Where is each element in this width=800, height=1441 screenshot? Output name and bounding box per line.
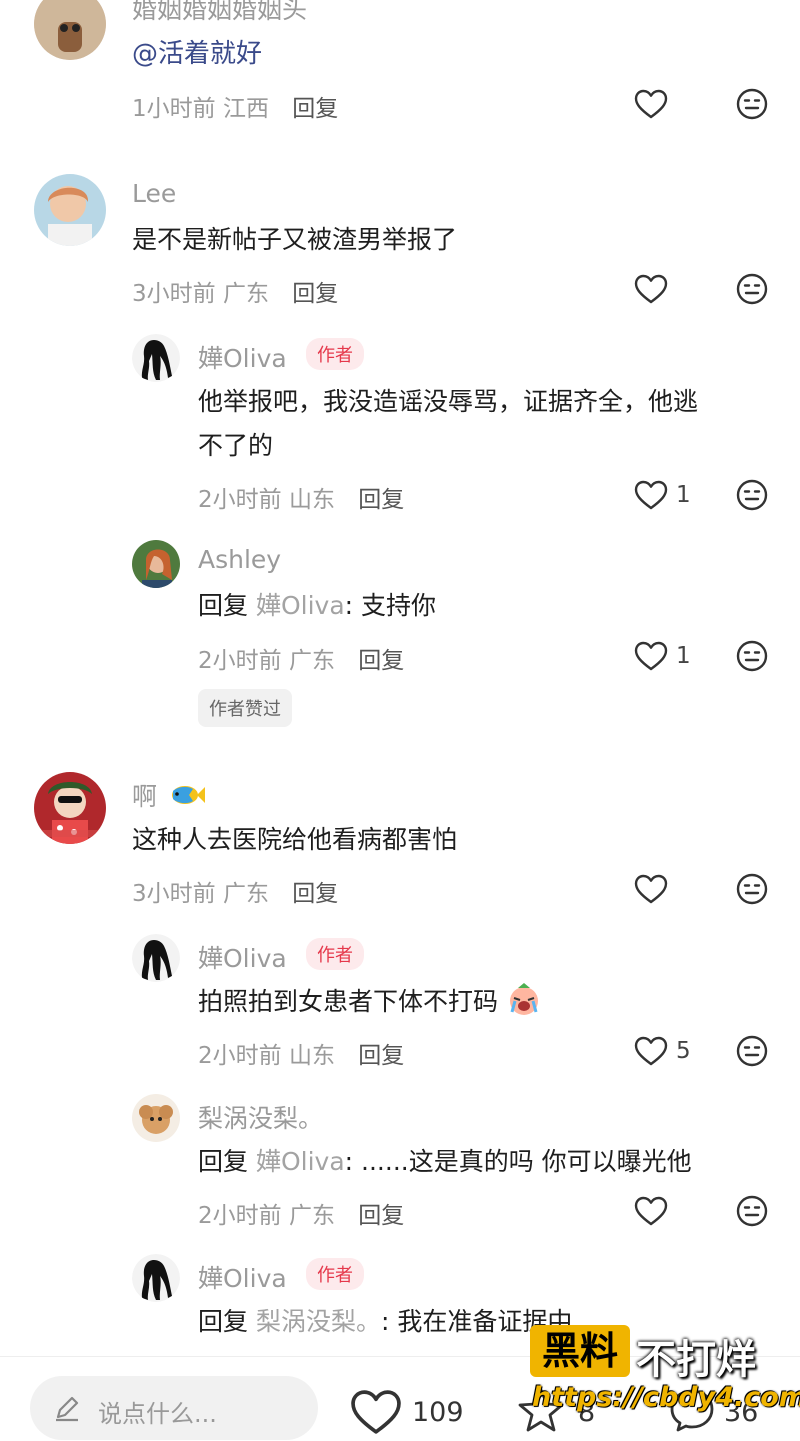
comment-body: 拍照拍到女患者下体不打码 [198,987,499,1016]
commenter-name[interactable]: 梨涡没梨。 [198,1099,323,1135]
reply-prefix: 回复 [198,591,249,620]
commenter-name[interactable]: 嬅Oliva [198,1259,287,1295]
reply-target[interactable]: 梨涡没梨。 [256,1307,381,1336]
avatar[interactable] [132,1094,180,1142]
comment-text: 回复 嬅Oliva: ......这是真的吗 你可以曝光他 [198,1140,692,1184]
comment-time: 2小时前 [198,1203,282,1229]
comment-text: 是不是新帖子又被渣男举报了 [132,225,458,254]
heart-icon[interactable] [634,89,668,119]
like-count: 5 [676,1038,691,1064]
comment-time: 2小时前 [198,487,282,513]
comment-meta: 1小时前 江西 回复 [132,89,338,123]
pencil-icon [56,1396,79,1422]
avatar[interactable] [34,174,106,246]
crying-emoji-icon [509,983,538,1015]
emoji-icon[interactable] [736,1035,768,1067]
comment-meta: 3小时前 广东 回复 [132,274,338,308]
heart-icon[interactable] [634,480,668,510]
comment-time: 1小时前 [132,96,216,122]
author-liked-tag: 作者赞过 [198,689,292,727]
cut-off-text: 婚姻婚姻婚姻头 [132,0,308,24]
heart-icon[interactable] [634,874,668,904]
commenter-name-text: 啊 [132,782,158,811]
watermark-box: 黑料 [530,1325,630,1377]
comment-input-placeholder: 说点什么... [98,1400,217,1428]
comment-meta: 2小时前 广东 回复 [198,1196,404,1230]
comment-input[interactable]: 说点什么... [30,1376,318,1440]
author-badge: 作者 [306,338,364,370]
emoji-icon[interactable] [736,479,768,511]
emoji-icon[interactable] [736,88,768,120]
like-count: 1 [676,482,691,508]
reply-button[interactable]: 回复 [358,648,404,674]
comment-text: 回复 嬅Oliva: 支持你 [198,584,436,628]
reply-target[interactable]: 嬅Oliva [256,591,345,620]
comment-time: 3小时前 [132,881,216,907]
emoji-icon[interactable] [736,873,768,905]
commenter-name[interactable]: 啊 [132,777,205,813]
fish-emoji-icon [171,786,205,804]
commenter-name[interactable]: 嬅Oliva [198,939,287,975]
author-badge: 作者 [306,1258,364,1290]
comment-time: 3小时前 [132,281,216,307]
watermark-url: https://cbdy4.com [532,1382,800,1413]
comment-location: 广东 [288,1203,335,1229]
comment-location: 广东 [222,281,269,307]
reply-prefix: 回复 [198,1307,249,1336]
reply-body: : 支持你 [344,591,437,620]
reply-body: : ......这是真的吗 你可以曝光他 [344,1147,692,1176]
comment-time: 2小时前 [198,648,282,674]
heart-icon[interactable] [634,274,668,304]
emoji-icon[interactable] [736,273,768,305]
commenter-name[interactable]: Ashley [198,545,281,574]
comment-meta: 2小时前 广东 回复 [198,641,404,675]
heart-icon[interactable] [634,641,668,671]
like-count: 1 [676,643,691,669]
reply-button[interactable]: 回复 [292,881,338,907]
reply-button[interactable]: 回复 [358,1043,404,1069]
comment-text: 这种人去医院给他看病都害怕 [132,825,458,854]
reply-button[interactable]: 回复 [292,281,338,307]
comment-location: 广东 [222,881,269,907]
comment-location: 江西 [222,96,269,122]
reply-target[interactable]: 嬅Oliva [256,1147,345,1176]
comment-text: 拍照拍到女患者下体不打码 [198,980,542,1024]
watermark-text: 不打烊 [636,1337,756,1383]
reply-button[interactable]: 回复 [358,487,404,513]
avatar[interactable] [34,772,106,844]
avatar[interactable] [132,934,180,982]
avatar[interactable] [132,1254,180,1302]
watermark-logo: 黑料 不打烊 [530,1325,770,1383]
avatar[interactable] [132,540,180,588]
reply-prefix: 回复 [198,1147,249,1176]
commenter-name[interactable]: 嬅Oliva [198,339,287,375]
avatar[interactable] [34,0,106,60]
reply-button[interactable]: 回复 [358,1203,404,1229]
comment-text-line2: 不了的 [198,431,274,460]
comment-time: 2小时前 [198,1043,282,1069]
emoji-icon[interactable] [736,1195,768,1227]
comment-text: @活着就好 [132,39,263,69]
avatar[interactable] [132,334,180,382]
heart-icon[interactable] [634,1196,668,1226]
commenter-name[interactable]: Lee [132,179,176,208]
comment-text: 他举报吧，我没造谣没辱骂，证据齐全，他逃 [198,387,699,416]
like-icon[interactable] [350,1389,402,1435]
comment-meta: 3小时前 广东 回复 [132,874,338,908]
comment-location: 广东 [288,648,335,674]
reply-button[interactable]: 回复 [292,96,338,122]
author-badge: 作者 [306,938,364,970]
emoji-icon[interactable] [736,640,768,672]
like-total: 109 [412,1397,464,1428]
comment-meta: 2小时前 山东 回复 [198,1036,404,1070]
heart-icon[interactable] [634,1036,668,1066]
comment-location: 山东 [288,1043,335,1069]
comment-location: 山东 [288,487,335,513]
comment-meta: 2小时前 山东 回复 [198,480,404,514]
